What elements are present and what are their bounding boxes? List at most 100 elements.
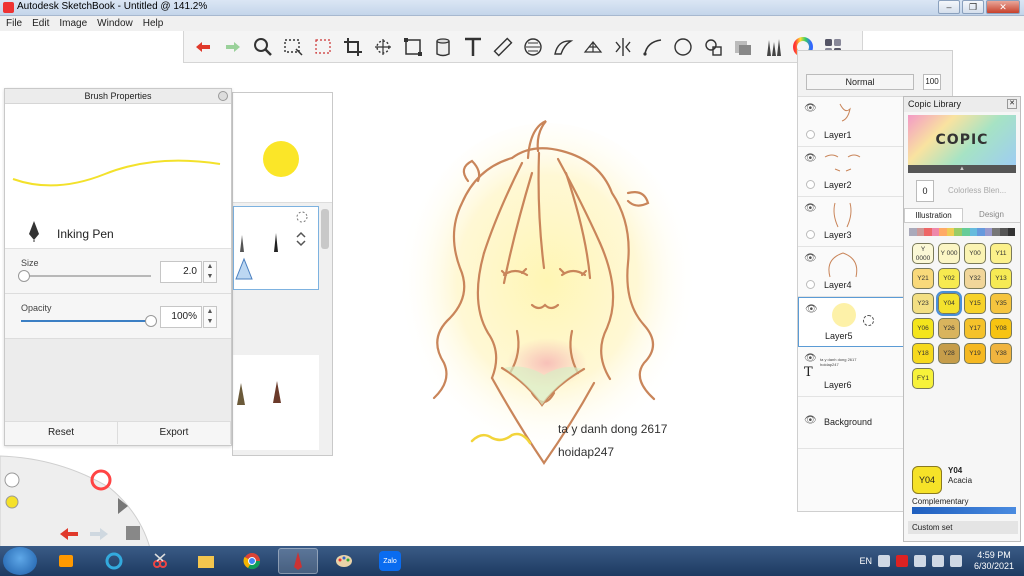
opacity-stepper[interactable]: ▲ ▼ <box>203 306 217 328</box>
eye-icon[interactable]: 👁 <box>804 153 817 164</box>
snipping-icon[interactable] <box>140 548 180 574</box>
close-icon[interactable]: ✕ <box>1007 99 1017 109</box>
volume-icon[interactable] <box>950 555 962 567</box>
reset-button[interactable]: Reset <box>5 422 118 444</box>
text-icon[interactable] <box>460 34 486 60</box>
color-family-strip[interactable] <box>909 228 1016 236</box>
lasso-icon[interactable] <box>310 34 336 60</box>
eye-icon[interactable]: 👁 <box>804 353 817 364</box>
curve-icon[interactable] <box>640 34 666 60</box>
tab-design[interactable]: Design <box>963 208 1020 222</box>
close-button[interactable]: ✕ <box>986 0 1020 14</box>
complementary-bar[interactable] <box>912 507 1016 514</box>
copic-swatch[interactable]: Y19 <box>964 343 986 364</box>
chrome-icon[interactable] <box>232 548 272 574</box>
copic-swatch[interactable]: Y04 <box>936 291 962 316</box>
copic-swatch[interactable]: Y28 <box>938 343 960 364</box>
sketchbook-icon[interactable] <box>278 548 318 574</box>
zoom-icon[interactable] <box>250 34 276 60</box>
fill-icon[interactable] <box>430 34 456 60</box>
menu-edit[interactable]: Edit <box>32 16 49 31</box>
copic-swatch[interactable]: Y13 <box>990 268 1012 289</box>
blend-mode-select[interactable]: Normal <box>806 74 914 90</box>
colorless-blender[interactable]: 0 Colorless Blen... <box>908 178 1016 204</box>
media-icon[interactable] <box>46 548 86 574</box>
minimize-button[interactable]: – <box>938 0 960 14</box>
copy-icon[interactable] <box>700 34 726 60</box>
clock[interactable]: 4:59 PM 6/30/2021 <box>968 550 1020 572</box>
select-icon[interactable] <box>280 34 306 60</box>
tray-icon[interactable] <box>878 555 890 567</box>
copic-swatch[interactable]: Y23 <box>912 293 934 314</box>
zalo-icon[interactable]: Zalo <box>370 548 410 574</box>
layer-radio[interactable] <box>806 180 815 189</box>
symmetry-icon[interactable] <box>610 34 636 60</box>
layer-radio[interactable] <box>806 280 815 289</box>
redo-icon[interactable] <box>220 34 246 60</box>
menu-file[interactable]: File <box>6 16 22 31</box>
selected-swatch[interactable]: Y04 <box>912 466 942 494</box>
transform-icon[interactable] <box>370 34 396 60</box>
menu-help[interactable]: Help <box>143 16 164 31</box>
copic-swatch[interactable]: Y17 <box>964 318 986 339</box>
copic-swatch[interactable]: Y06 <box>912 318 934 339</box>
brush-library-icon[interactable] <box>760 34 786 60</box>
distort-icon[interactable] <box>400 34 426 60</box>
opacity-slider-handle[interactable] <box>145 315 157 327</box>
paint-palette-icon[interactable] <box>324 548 364 574</box>
crop-icon[interactable] <box>340 34 366 60</box>
copic-swatch[interactable]: Y 0000 <box>912 243 934 264</box>
ellipse-guide-icon[interactable] <box>520 34 546 60</box>
copic-swatch[interactable]: Y15 <box>964 293 986 314</box>
language-indicator[interactable]: EN <box>859 556 872 566</box>
collapse-icon[interactable]: ▲ <box>908 165 1016 173</box>
eye-icon[interactable]: 👁 <box>804 415 817 426</box>
copic-swatch[interactable]: Y35 <box>990 293 1012 314</box>
brush-set-selected[interactable] <box>233 206 319 290</box>
size-slider[interactable] <box>18 270 151 282</box>
copic-swatch[interactable]: Y32 <box>964 268 986 289</box>
copic-swatch[interactable]: Y08 <box>990 318 1012 339</box>
eye-icon[interactable]: 👁 <box>805 304 818 315</box>
copic-swatch[interactable]: Y02 <box>938 268 960 289</box>
close-icon[interactable] <box>218 91 228 101</box>
opacity-value-input[interactable]: 100% <box>160 306 202 328</box>
start-button[interactable] <box>3 547 37 575</box>
copic-swatch[interactable]: Y 000 <box>938 243 960 264</box>
eye-icon[interactable]: 👁 <box>804 103 817 114</box>
copic-swatch[interactable]: Y21 <box>912 268 934 289</box>
french-curve-icon[interactable] <box>550 34 576 60</box>
maximize-button[interactable]: ❐ <box>962 0 984 14</box>
layer-radio[interactable] <box>806 230 815 239</box>
size-stepper[interactable]: ▲ ▼ <box>203 261 217 283</box>
menu-window[interactable]: Window <box>97 16 133 31</box>
layer-editor-icon[interactable] <box>730 34 756 60</box>
brush-library-scrollbar[interactable] <box>321 209 329 249</box>
drawing-canvas[interactable]: ta y danh dong 2617 hoidap247 <box>332 63 798 513</box>
current-color-swatch[interactable] <box>263 141 299 177</box>
undo-icon[interactable] <box>190 34 216 60</box>
menu-image[interactable]: Image <box>59 16 87 31</box>
brush-set-2[interactable] <box>233 355 319 450</box>
tray-icon[interactable] <box>896 555 908 567</box>
copic-swatch[interactable]: Y18 <box>912 343 934 364</box>
tray-icon[interactable] <box>914 555 926 567</box>
size-value-input[interactable]: 2.0 <box>160 261 202 283</box>
network-icon[interactable] <box>932 555 944 567</box>
eye-icon[interactable]: 👁 <box>804 253 817 264</box>
perspective-icon[interactable] <box>580 34 606 60</box>
tab-illustration[interactable]: Illustration <box>904 208 963 222</box>
copic-swatch[interactable]: FY1 <box>912 368 934 389</box>
size-slider-handle[interactable] <box>18 270 30 282</box>
layer-opacity-input[interactable]: 100 <box>923 74 941 90</box>
copic-swatch[interactable]: Y00 <box>964 243 986 264</box>
export-button[interactable]: Export <box>118 422 231 444</box>
copic-swatch[interactable]: Y11 <box>990 243 1012 264</box>
copic-swatch[interactable]: Y38 <box>990 343 1012 364</box>
eye-icon[interactable]: 👁 <box>804 203 817 214</box>
shape-icon[interactable] <box>670 34 696 60</box>
folder-icon[interactable] <box>186 548 226 574</box>
copic-swatch[interactable]: Y26 <box>938 318 960 339</box>
layer-move-icon[interactable] <box>863 315 874 326</box>
ruler-icon[interactable] <box>490 34 516 60</box>
